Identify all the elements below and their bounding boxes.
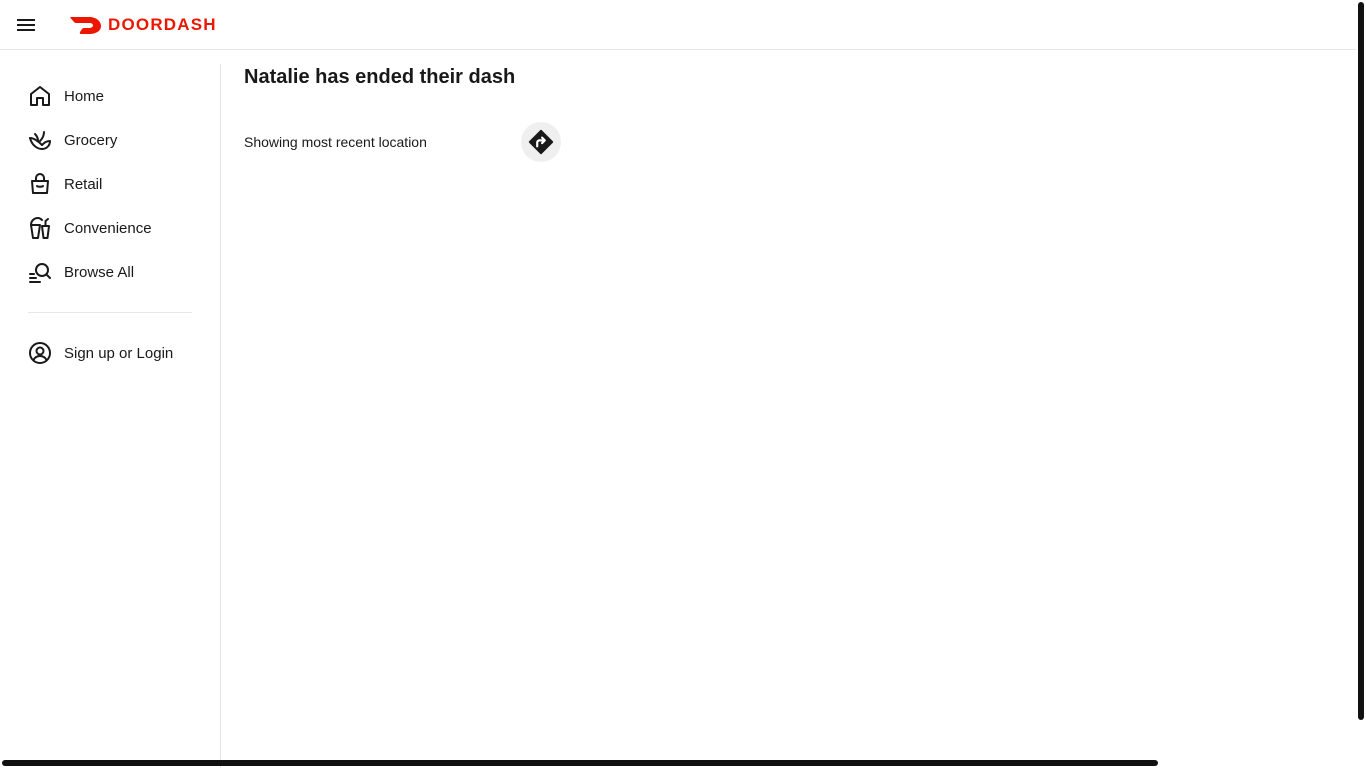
sidebar-item-home[interactable]: Home xyxy=(28,82,198,110)
top-bar: DOORDASH xyxy=(0,0,1356,50)
sidebar-item-label: Home xyxy=(64,87,105,105)
shopping-bag-icon xyxy=(28,172,52,196)
doordash-logo[interactable]: DOORDASH xyxy=(70,15,217,35)
page-title: Natalie has ended their dash xyxy=(244,66,516,88)
sidebar-item-label: Browse All xyxy=(64,263,135,281)
directions-icon xyxy=(528,129,554,155)
sidebar-item-label: Retail xyxy=(64,175,103,193)
sidebar-item-label: Grocery xyxy=(64,131,118,149)
sidebar-item-browse-all[interactable]: Browse All xyxy=(28,258,198,286)
menu-button[interactable] xyxy=(12,11,40,39)
sidebar-divider xyxy=(28,312,192,313)
directions-button[interactable] xyxy=(521,122,561,162)
grocery-icon xyxy=(28,128,52,152)
sidebar-item-retail[interactable]: Retail xyxy=(28,170,198,198)
brand-name: DOORDASH xyxy=(108,15,217,34)
sidebar-item-grocery[interactable]: Grocery xyxy=(28,126,198,154)
location-status-text: Showing most recent location xyxy=(244,134,427,150)
horizontal-scrollbar[interactable] xyxy=(2,760,1158,766)
sidebar-item-sign-up-login[interactable]: Sign up or Login xyxy=(28,339,198,367)
sidebar-item-label: Sign up or Login xyxy=(64,344,174,362)
browse-search-icon xyxy=(28,260,52,284)
sidebar-item-convenience[interactable]: Convenience xyxy=(28,214,198,242)
vertical-scrollbar[interactable] xyxy=(1358,2,1364,720)
convenience-icon xyxy=(28,216,52,240)
sidebar-item-label: Convenience xyxy=(64,219,152,237)
user-circle-icon xyxy=(28,341,52,365)
doordash-logo-icon xyxy=(70,17,101,34)
home-icon xyxy=(28,84,52,108)
hamburger-icon xyxy=(17,19,35,31)
sidebar: Home Grocery Retail Convenience Browse A… xyxy=(0,64,221,768)
